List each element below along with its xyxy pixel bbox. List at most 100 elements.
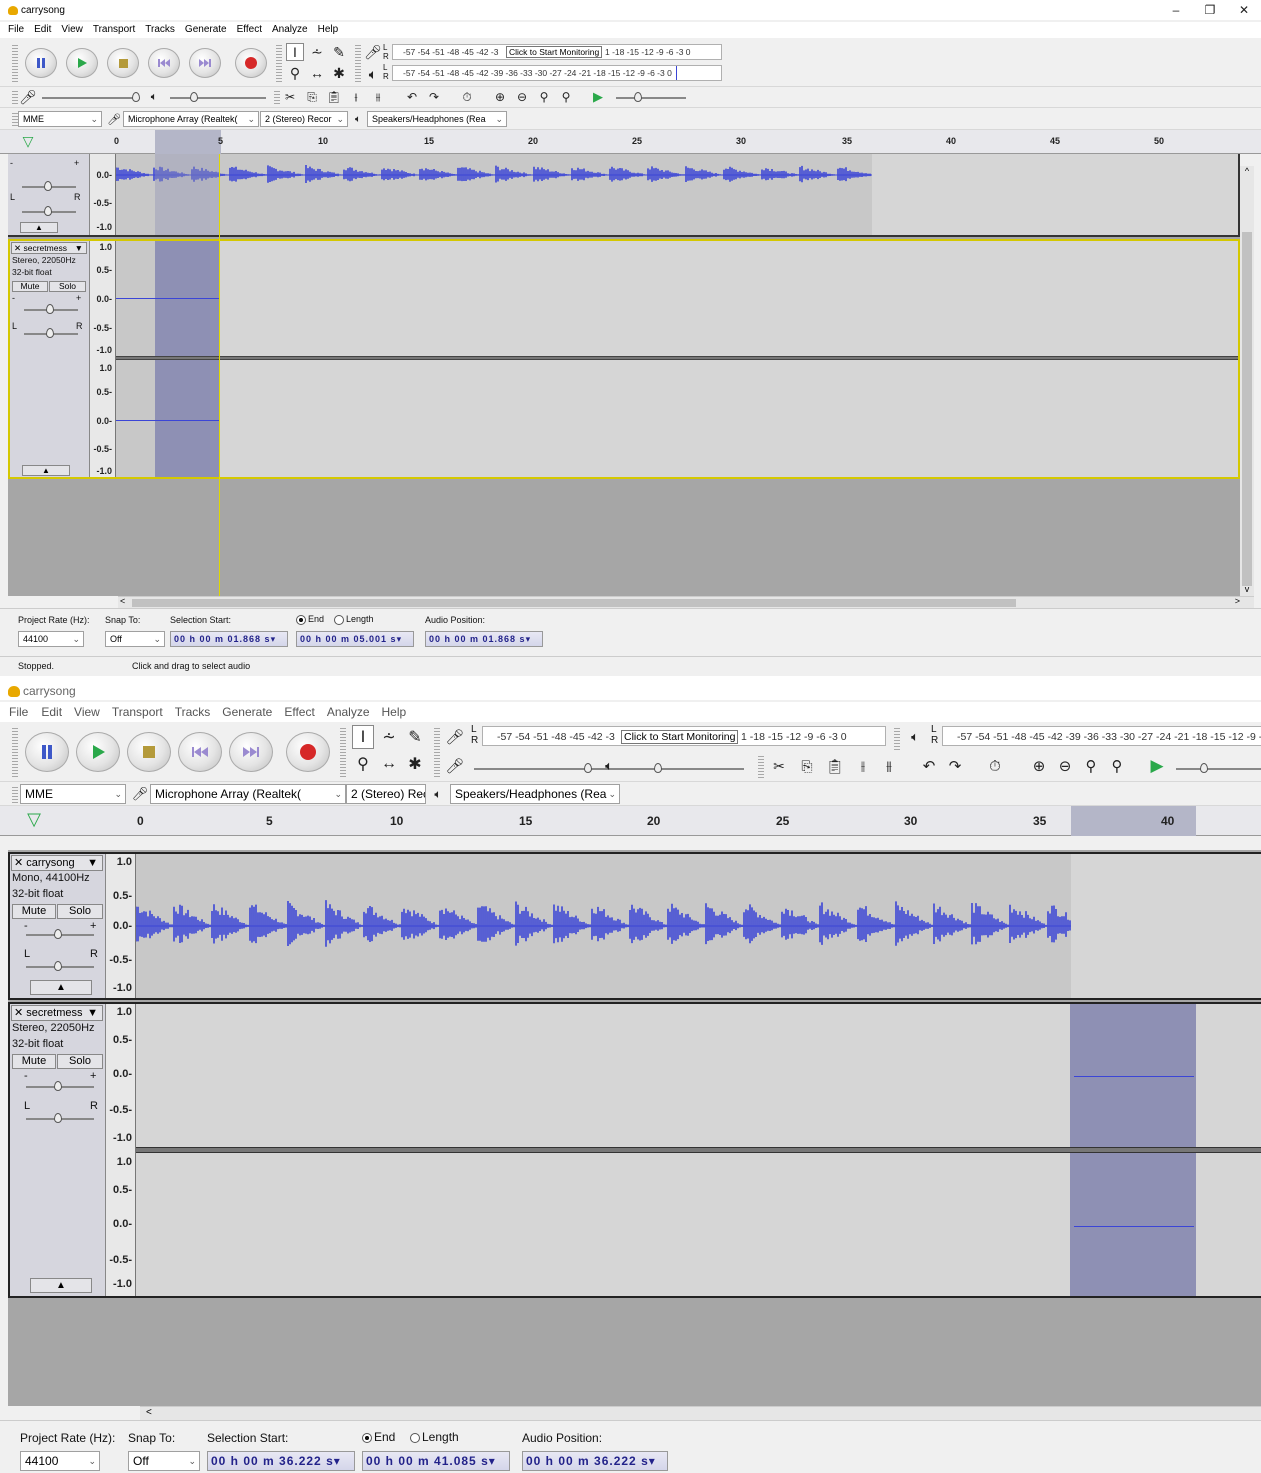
- silence-audio-icon[interactable]: ⫵: [370, 89, 386, 105]
- mute-button[interactable]: Mute: [12, 281, 48, 292]
- toolbar-grip[interactable]: [434, 726, 440, 778]
- gain-slider[interactable]: [24, 304, 78, 314]
- gain-slider[interactable]: [22, 181, 76, 191]
- menu-transport[interactable]: Transport: [88, 22, 140, 38]
- fit-project-icon[interactable]: ⚲: [558, 89, 574, 105]
- zoom-tool-icon[interactable]: ⚲: [352, 752, 374, 776]
- copy-icon[interactable]: ⎘: [796, 754, 818, 778]
- scroll-left-icon[interactable]: <: [120, 596, 125, 606]
- mute-button[interactable]: Mute: [12, 1054, 56, 1069]
- copy-icon[interactable]: ⎘: [304, 89, 320, 105]
- draw-tool-icon[interactable]: ✎: [404, 725, 426, 749]
- solo-button[interactable]: Solo: [57, 1054, 103, 1069]
- toolbar-grip[interactable]: [12, 785, 18, 803]
- menu-file[interactable]: File: [9, 702, 35, 722]
- pause-button[interactable]: [25, 732, 69, 772]
- end-radio-icon[interactable]: [296, 614, 306, 625]
- playback-device-select[interactable]: Speakers/Headphones (Rea ⌄: [367, 111, 507, 127]
- snap-to-select[interactable]: Off ⌄: [105, 631, 165, 647]
- collapse-track-button[interactable]: ▲: [22, 465, 70, 476]
- skip-start-button[interactable]: [178, 732, 222, 772]
- length-radio[interactable]: Length: [410, 1430, 459, 1444]
- menu-tracks[interactable]: Tracks: [169, 702, 217, 722]
- envelope-tool-icon[interactable]: ⩪: [378, 725, 400, 749]
- track-carrysong[interactable]: ✕ carrysong ▼ Mono, 44100Hz 32-bit float…: [8, 852, 1261, 1000]
- menu-view[interactable]: View: [56, 22, 88, 38]
- paste-icon[interactable]: 📋︎: [326, 89, 342, 105]
- redo-icon[interactable]: ↷: [944, 754, 966, 778]
- multi-tool-icon[interactable]: ✱: [330, 64, 348, 82]
- silence-audio-icon[interactable]: ⫵: [878, 754, 900, 778]
- zoom-in-icon[interactable]: ⊕: [1028, 754, 1050, 778]
- selection-end-time[interactable]: 00 h 00 m 41.085 s ▾: [362, 1451, 510, 1471]
- vertical-scroll-thumb[interactable]: [1242, 232, 1252, 586]
- horizontal-scroll-thumb[interactable]: [132, 599, 1016, 607]
- restore-button[interactable]: ❐: [1193, 0, 1227, 20]
- gain-slider[interactable]: [26, 929, 94, 939]
- recording-device-select[interactable]: Microphone Array (Realtek(⌄: [123, 111, 259, 127]
- play-at-speed-slider[interactable]: [616, 92, 686, 102]
- play-meter-speaker-icon[interactable]: 🔈︎: [904, 725, 926, 749]
- toolbar-grip[interactable]: [355, 43, 361, 83]
- play-meter-speaker-icon[interactable]: 🔈︎: [364, 65, 382, 83]
- play-button[interactable]: [76, 732, 120, 772]
- paste-icon[interactable]: 📋︎: [824, 754, 846, 778]
- playback-device-select[interactable]: Speakers/Headphones (Rea ⌄: [450, 784, 620, 804]
- skip-end-button[interactable]: [189, 48, 221, 78]
- menu-transport[interactable]: Transport: [106, 702, 169, 722]
- timeline-ruler[interactable]: ▽ 0 5 10 15 20 25 30 35 40: [0, 806, 1261, 836]
- vertical-scrollbar[interactable]: ^ v: [1240, 166, 1254, 596]
- waveform-clip[interactable]: [115, 154, 872, 235]
- menu-view[interactable]: View: [68, 702, 106, 722]
- playback-volume-slider[interactable]: [628, 763, 744, 773]
- track-menu-icon[interactable]: ▼: [87, 856, 98, 870]
- toolbar-grip[interactable]: [12, 726, 18, 778]
- fit-project-icon[interactable]: ⚲: [1106, 754, 1128, 778]
- menu-generate[interactable]: Generate: [180, 22, 232, 38]
- track-close-icon[interactable]: ✕: [14, 857, 23, 869]
- toolbar-grip[interactable]: [758, 754, 764, 778]
- toolbar-grip[interactable]: [12, 43, 18, 83]
- zoom-tool-icon[interactable]: ⚲: [286, 64, 304, 82]
- audio-position-time[interactable]: 00 h 00 m 01.868 s ▾: [425, 631, 543, 647]
- recording-device-select[interactable]: Microphone Array (Realtek(⌄: [150, 784, 346, 804]
- selection-start-time[interactable]: 00 h 00 m 36.222 s ▾: [207, 1451, 355, 1471]
- minimize-button[interactable]: –: [1159, 0, 1193, 20]
- pan-slider[interactable]: [26, 961, 94, 971]
- tracks-area[interactable]: - + L R ▲ 0.0- -0.5- -1.0 ✕ secretmess ▼…: [8, 154, 1240, 596]
- audio-host-select[interactable]: MME ⌄: [18, 111, 102, 127]
- collapse-track-button[interactable]: ▲: [30, 980, 92, 995]
- toolbar-grip[interactable]: [12, 89, 18, 106]
- selection-start-time[interactable]: 00 h 00 m 01.868 s ▾: [170, 631, 288, 647]
- sync-lock-icon[interactable]: ⏱: [459, 89, 475, 105]
- pan-slider[interactable]: [26, 1113, 94, 1123]
- horizontal-scrollbar[interactable]: <: [140, 1406, 1261, 1420]
- scroll-left-icon[interactable]: <: [146, 1407, 152, 1418]
- scroll-up-icon[interactable]: ^: [1240, 166, 1254, 178]
- record-volume-slider[interactable]: [42, 92, 140, 102]
- track-menu-icon[interactable]: ▼: [87, 1006, 98, 1020]
- recording-channels-select[interactable]: 2 (Stereo) Recor ⌄: [260, 111, 348, 127]
- zoom-out-icon[interactable]: ⊖: [1054, 754, 1076, 778]
- pan-slider[interactable]: [24, 328, 78, 338]
- menu-analyze[interactable]: Analyze: [267, 22, 313, 38]
- waveform-clip[interactable]: [135, 854, 1071, 998]
- length-radio-icon[interactable]: [410, 1432, 420, 1443]
- solo-button[interactable]: Solo: [57, 904, 103, 919]
- end-radio[interactable]: End: [296, 614, 324, 625]
- cut-icon[interactable]: ✂: [768, 754, 790, 778]
- timeline-options-icon[interactable]: ▽: [24, 809, 44, 829]
- play-button[interactable]: [66, 48, 98, 78]
- record-meter-mic-icon[interactable]: 🎤︎: [444, 725, 466, 749]
- horizontal-scrollbar[interactable]: < >: [118, 596, 1254, 608]
- fit-selection-icon[interactable]: ⚲: [1080, 754, 1102, 778]
- undo-icon[interactable]: ↶: [404, 89, 420, 105]
- track-name-button[interactable]: ✕ carrysong ▼: [11, 855, 103, 871]
- menu-effect[interactable]: Effect: [232, 22, 267, 38]
- menu-file[interactable]: File: [8, 22, 29, 38]
- audio-position-time[interactable]: 00 h 00 m 36.222 s ▾: [522, 1451, 668, 1471]
- zoom-out-icon[interactable]: ⊖: [514, 89, 530, 105]
- undo-icon[interactable]: ↶: [918, 754, 940, 778]
- audio-host-select[interactable]: MME ⌄: [20, 784, 126, 804]
- menu-analyze[interactable]: Analyze: [321, 702, 376, 722]
